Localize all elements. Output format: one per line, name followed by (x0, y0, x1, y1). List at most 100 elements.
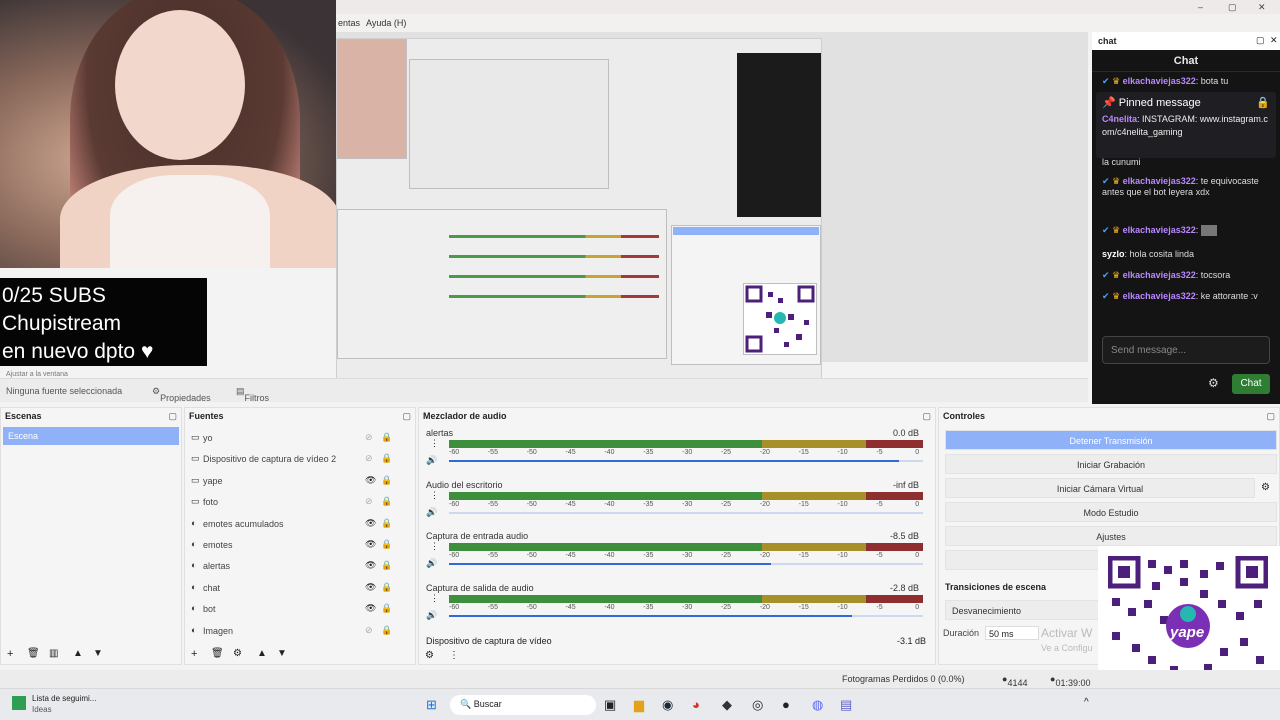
unlock-icon[interactable]: 🔒 (381, 453, 392, 464)
close-button[interactable]: ✕ (1258, 2, 1266, 13)
preview-canvas[interactable] (336, 32, 1088, 390)
settings-button[interactable]: Ajustes (945, 526, 1277, 546)
start-icon[interactable]: ⊞ (426, 697, 437, 713)
source-item[interactable]: ◐ emotes 👁 🔒 (189, 535, 392, 555)
source-item[interactable]: ▭ foto ⊘ 🔒 (189, 492, 392, 512)
source-item[interactable]: ▭ yape 👁 🔒 (189, 471, 392, 491)
filter-icon[interactable]: ▥ (49, 648, 58, 659)
duration-input[interactable]: 50 ms (985, 626, 1039, 640)
speaker-icon[interactable]: 🔊 (426, 558, 437, 569)
float-icon[interactable]: ▢ (168, 411, 177, 422)
menu-dots-icon[interactable]: ⋮ (430, 490, 439, 501)
menu-dots-icon[interactable]: ⋮ (430, 593, 439, 604)
eye-icon[interactable]: 👁 (365, 603, 376, 614)
discord-icon[interactable]: ◍ (812, 697, 823, 713)
source-toolbar: Ajustar a la ventana Ninguna fuente sele… (0, 371, 1088, 403)
menu-dots-icon[interactable]: ⋮ (449, 650, 459, 661)
trash-icon[interactable]: 🗑 (27, 648, 40, 659)
gear-icon[interactable]: ⚙ (233, 648, 242, 659)
news-title[interactable]: Lista de seguimi... (32, 694, 96, 703)
minimize-button[interactable]: – (1198, 2, 1203, 12)
unlock-icon[interactable]: 🔒 (381, 582, 392, 593)
gear-icon[interactable]: ⚙ (425, 650, 434, 661)
app-icon[interactable]: ● (782, 697, 790, 712)
up-arrow-icon[interactable]: ▲ (73, 648, 83, 659)
float-icon[interactable]: ▢ (1266, 411, 1275, 422)
teams-icon[interactable]: ▤ (840, 697, 852, 713)
speaker-icon[interactable]: 🔊 (426, 455, 437, 466)
folder-icon[interactable]: ▆ (634, 697, 644, 713)
virtual-cam-button[interactable]: Iniciar Cámara Virtual (945, 478, 1255, 498)
search-box[interactable]: 🔍 Buscar (450, 695, 596, 715)
tick-label: 0 (915, 449, 920, 456)
scale-dropdown[interactable]: Ajustar a la ventana (6, 371, 68, 378)
chat-send-button[interactable]: Chat (1232, 374, 1270, 394)
lock-icon[interactable]: 🔒 (381, 625, 392, 636)
source-item[interactable]: ◐ bot 👁 🔒 (189, 599, 392, 619)
chevron-up-icon[interactable]: ^ (1084, 697, 1089, 708)
eye-icon[interactable]: 👁 (365, 582, 376, 593)
unlock-icon[interactable]: 🔒 (381, 518, 392, 529)
epic-icon[interactable]: ◆ (722, 697, 732, 713)
gear-icon[interactable]: ⚙ (1261, 482, 1270, 493)
eye-off-icon[interactable]: ⊘ (365, 453, 373, 464)
add-icon[interactable]: + (7, 648, 13, 660)
source-item[interactable]: ▭ yo ⊘ 🔒 (189, 428, 392, 448)
source-item[interactable]: ◐ chat 👁 🔒 (189, 578, 392, 598)
task-view-icon[interactable]: ▣ (604, 697, 616, 713)
eye-icon[interactable]: 👁 (365, 560, 376, 571)
lock-icon[interactable]: 🔒 (1256, 96, 1270, 109)
source-item[interactable]: ◐ alertas 👁 🔒 (189, 556, 392, 576)
unlock-icon[interactable]: 🔒 (381, 475, 392, 486)
filters-button[interactable]: ▤ Filtros (236, 386, 269, 403)
eye-off-icon[interactable]: ⊘ (365, 496, 373, 507)
unlock-icon[interactable]: 🔒 (381, 539, 392, 550)
eye-icon[interactable]: 👁 (365, 518, 376, 529)
menu-item-tools[interactable]: entas (338, 18, 360, 28)
menu-item-help[interactable]: Ayuda (H) (366, 18, 406, 28)
menu-dots-icon[interactable]: ⋮ (430, 438, 439, 449)
record-button[interactable]: Iniciar Grabación (945, 454, 1277, 474)
eye-off-icon[interactable]: ⊘ (365, 432, 373, 443)
source-item[interactable]: ▭ Dispositivo de captura de vídeo 2 ⊘ 🔒 (189, 449, 392, 469)
volume-slider[interactable] (449, 460, 923, 462)
close-icon[interactable]: ✕ (1270, 35, 1278, 46)
steam-icon[interactable]: ◉ (662, 697, 673, 713)
down-arrow-icon[interactable]: ▼ (93, 648, 103, 659)
float-icon[interactable]: ▢ (922, 411, 931, 422)
speaker-icon[interactable]: 🔊 (426, 507, 437, 518)
trash-icon[interactable]: 🗑 (211, 648, 224, 659)
chat-input[interactable]: Send message... (1102, 336, 1270, 364)
down-arrow-icon[interactable]: ▼ (277, 648, 287, 659)
volume-slider[interactable] (449, 614, 923, 617)
eye-icon[interactable]: 👁 (365, 539, 376, 550)
add-icon[interactable]: + (191, 648, 197, 660)
studio-mode-button[interactable]: Modo Estudio (945, 502, 1277, 522)
volume-slider[interactable] (449, 511, 923, 514)
scene-item[interactable]: Escena (3, 427, 179, 445)
tick-label: -10 (837, 552, 848, 559)
maximize-button[interactable]: ▢ (1228, 2, 1237, 13)
source-item[interactable]: ◐ emotes acumulados 👁 🔒 (189, 514, 392, 534)
float-icon[interactable]: ▢ (1256, 35, 1265, 46)
eye-off-icon[interactable]: ⊘ (365, 625, 373, 636)
volume-slider[interactable] (449, 563, 923, 565)
unlock-icon[interactable]: 🔒 (381, 496, 392, 507)
obs-icon[interactable]: ◎ (752, 697, 763, 713)
pinned-message[interactable]: 📌 Pinned message 🔒 C4nelita: INSTAGRAM: w… (1096, 92, 1276, 158)
source-item[interactable]: ◐ Imagen ⊘ 🔒 (189, 621, 392, 641)
menu-dots-icon[interactable]: ⋮ (430, 541, 439, 552)
float-icon[interactable]: ▢ (402, 411, 411, 422)
properties-button[interactable]: ⚙ Propiedades (152, 386, 211, 403)
eye-icon[interactable]: 👁 (365, 475, 376, 486)
speaker-icon[interactable]: 🔊 (426, 610, 437, 621)
unlock-icon[interactable]: 🔒 (381, 432, 392, 443)
up-arrow-icon[interactable]: ▲ (257, 648, 267, 659)
chrome-icon[interactable]: ◕ (692, 697, 700, 712)
lock-icon[interactable]: 🔒 (381, 603, 392, 614)
unlock-icon[interactable]: 🔒 (381, 560, 392, 571)
stop-stream-button[interactable]: Detener Transmisión (945, 430, 1277, 450)
gear-icon[interactable]: ⚙ (1208, 376, 1219, 390)
transition-select[interactable]: Desvanecimiento (945, 600, 1105, 620)
widget-icon[interactable] (12, 696, 26, 710)
